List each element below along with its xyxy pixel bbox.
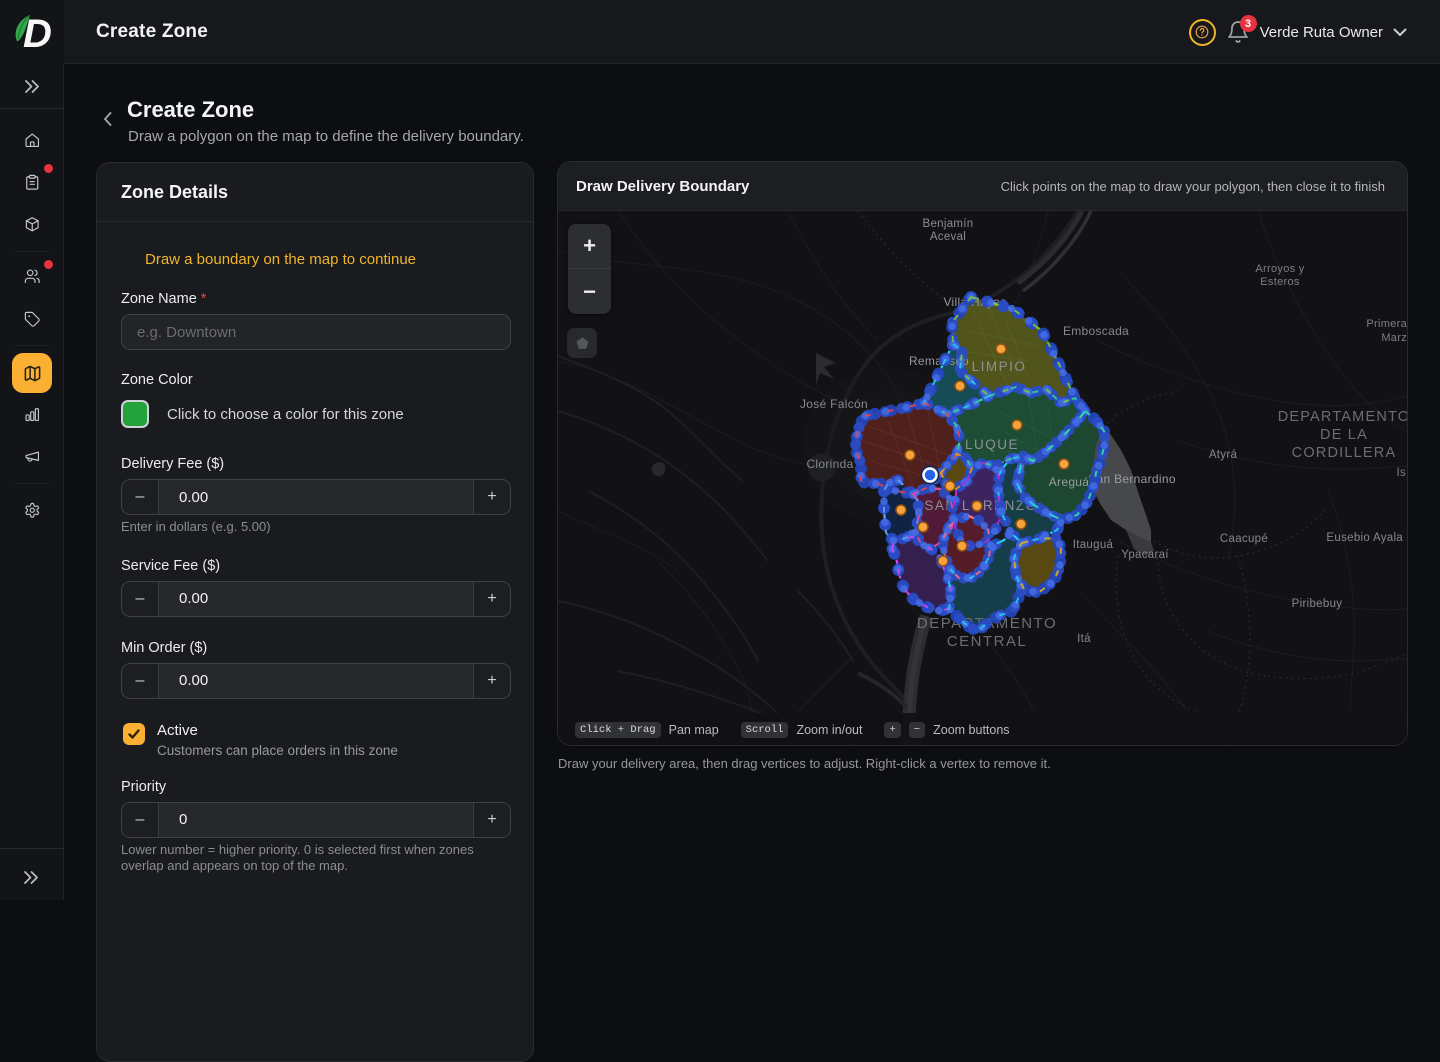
svg-text:CORDILLERA: CORDILLERA [1292, 445, 1397, 461]
svg-text:Primera: Primera [1366, 318, 1407, 330]
svg-text:Aceval: Aceval [930, 231, 966, 243]
svg-text:San Bernardino: San Bernardino [1088, 472, 1176, 486]
svg-text:Ypacaraí: Ypacaraí [1121, 549, 1169, 561]
svg-text:LUQUE: LUQUE [965, 437, 1019, 452]
svg-text:DEPARTAMENTO: DEPARTAMENTO [1278, 409, 1407, 425]
svg-text:Itauguá: Itauguá [1073, 539, 1114, 551]
svg-text:Itá: Itá [1077, 633, 1091, 645]
svg-text:DE LA: DE LA [1320, 427, 1368, 443]
svg-text:Clorinda: Clorinda [806, 457, 853, 471]
svg-text:Arroyos y: Arroyos y [1255, 263, 1304, 275]
svg-text:Esteros: Esteros [1260, 276, 1300, 288]
svg-text:Areguá: Areguá [1049, 475, 1090, 489]
svg-text:CENTRAL: CENTRAL [947, 633, 1028, 650]
svg-text:Marz: Marz [1381, 332, 1407, 344]
svg-text:D: D [23, 12, 52, 54]
svg-text:Caacupé: Caacupé [1220, 533, 1268, 545]
svg-text:Atyrá: Atyrá [1209, 449, 1238, 461]
svg-text:Is: Is [1396, 467, 1406, 479]
svg-text:Benjamín: Benjamín [923, 218, 974, 230]
svg-text:José Falcón: José Falcón [800, 397, 868, 411]
svg-text:LIMPIO: LIMPIO [972, 359, 1027, 374]
svg-text:Piribebuy: Piribebuy [1292, 598, 1343, 610]
svg-text:Eusebio Ayala: Eusebio Ayala [1326, 532, 1403, 544]
svg-text:Emboscada: Emboscada [1063, 324, 1129, 338]
